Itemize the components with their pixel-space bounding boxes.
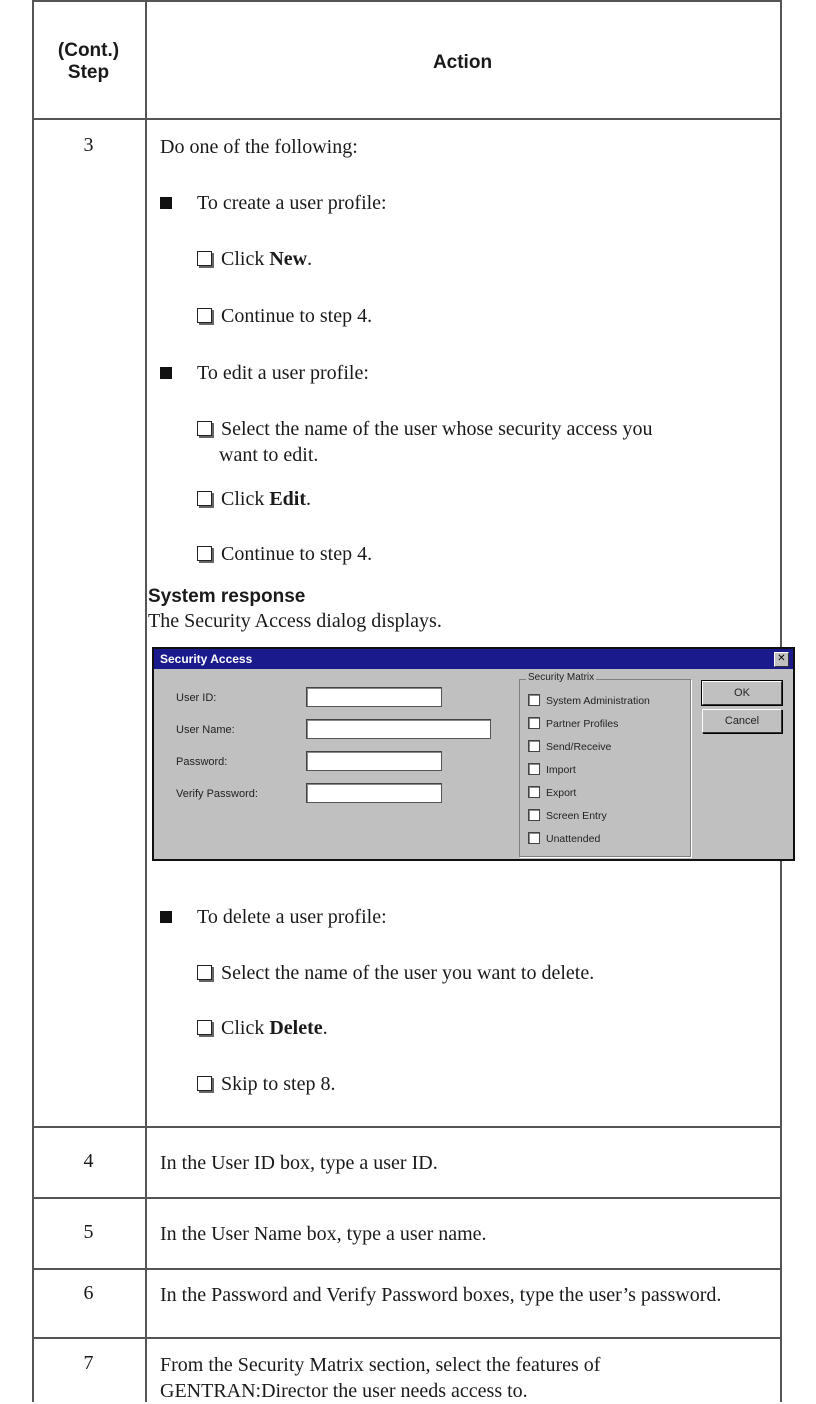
checkbox-glyph-icon: [197, 491, 212, 506]
security-access-dialog: Security Access ✕ User ID: User Name: Pa…: [152, 647, 795, 861]
step-number-5: 5: [83, 1221, 94, 1243]
checkbox-glyph-icon: [197, 251, 212, 266]
step-7-text: From the Security Matrix section, select…: [160, 1354, 601, 1402]
edit-item-1-cont: want to edit.: [219, 444, 319, 466]
create-item-2: Continue to step 4.: [197, 303, 372, 329]
checkbox-screen-entry[interactable]: Screen Entry: [528, 809, 607, 822]
checkbox-glyph-icon: [197, 965, 212, 980]
header-step-line2: Step: [67, 62, 110, 83]
step-4-text: In the User ID box, type a user ID.: [160, 1152, 438, 1174]
step-5-text: In the User Name box, type a user name.: [160, 1223, 487, 1245]
step3-intro: Do one of the following:: [160, 136, 358, 158]
cancel-button[interactable]: Cancel: [702, 709, 782, 733]
bullet-edit: [160, 367, 172, 379]
checkbox-glyph-icon: [197, 421, 212, 436]
user-id-input[interactable]: [306, 687, 442, 707]
security-matrix-title: Security Matrix: [526, 672, 597, 683]
security-matrix-group: Security Matrix System Administration Pa…: [519, 672, 691, 857]
edit-item-1: Select the name of the user whose securi…: [197, 416, 653, 442]
user-name-input[interactable]: [306, 719, 491, 739]
delete-item-1: Select the name of the user you want to …: [197, 960, 594, 986]
row-divider: [32, 1337, 782, 1339]
dialog-title: Security Access: [160, 652, 253, 666]
password-input[interactable]: [306, 751, 442, 771]
step-number-6: 6: [83, 1282, 94, 1304]
delete-label: To delete a user profile:: [197, 906, 387, 928]
checkbox-import[interactable]: Import: [528, 763, 576, 776]
row-divider: [32, 1126, 782, 1128]
ok-button[interactable]: OK: [701, 680, 783, 706]
header-step-line1: (Cont.): [57, 40, 120, 61]
delete-item-3: Skip to step 8.: [197, 1071, 335, 1097]
edit-item-2: Click Edit.: [197, 486, 311, 512]
checkbox-send-receive[interactable]: Send/Receive: [528, 740, 611, 753]
user-id-label: User ID:: [176, 692, 217, 704]
bullet-delete: [160, 911, 172, 923]
checkbox-glyph-icon: [197, 546, 212, 561]
edit-label: To edit a user profile:: [197, 362, 369, 384]
close-icon[interactable]: ✕: [774, 652, 789, 667]
checkbox-unattended[interactable]: Unattended: [528, 832, 600, 845]
create-item-1: Click New.: [197, 246, 312, 272]
checkbox-glyph-icon: [197, 1076, 212, 1091]
user-name-label: User Name:: [176, 724, 235, 736]
checkbox-export[interactable]: Export: [528, 786, 576, 799]
verify-password-label: Verify Password:: [176, 788, 258, 800]
dialog-titlebar: Security Access ✕: [154, 649, 793, 669]
verify-password-input[interactable]: [306, 783, 442, 803]
row-divider: [32, 1268, 782, 1270]
checkbox-glyph-icon: [197, 1020, 212, 1035]
delete-item-2: Click Delete.: [197, 1015, 328, 1041]
step-number-7: 7: [83, 1352, 94, 1374]
system-response: System response The Security Access dial…: [148, 586, 442, 634]
system-response-title: System response: [148, 586, 306, 607]
step-6-text: In the Password and Verify Password boxe…: [160, 1284, 722, 1306]
checkbox-system-administration[interactable]: System Administration: [528, 694, 650, 707]
step-number-3: 3: [83, 134, 94, 156]
row-divider: [32, 1197, 782, 1199]
step-number-4: 4: [83, 1150, 94, 1172]
checkbox-glyph-icon: [197, 308, 212, 323]
bullet-create: [160, 197, 172, 209]
password-label: Password:: [176, 756, 228, 768]
header-step: (Cont.) Step: [32, 40, 145, 84]
header-action: Action: [432, 52, 493, 73]
edit-item-3: Continue to step 4.: [197, 541, 372, 567]
system-response-text: The Security Access dialog displays.: [148, 610, 442, 632]
create-label: To create a user profile:: [197, 192, 387, 214]
checkbox-partner-profiles[interactable]: Partner Profiles: [528, 717, 618, 730]
